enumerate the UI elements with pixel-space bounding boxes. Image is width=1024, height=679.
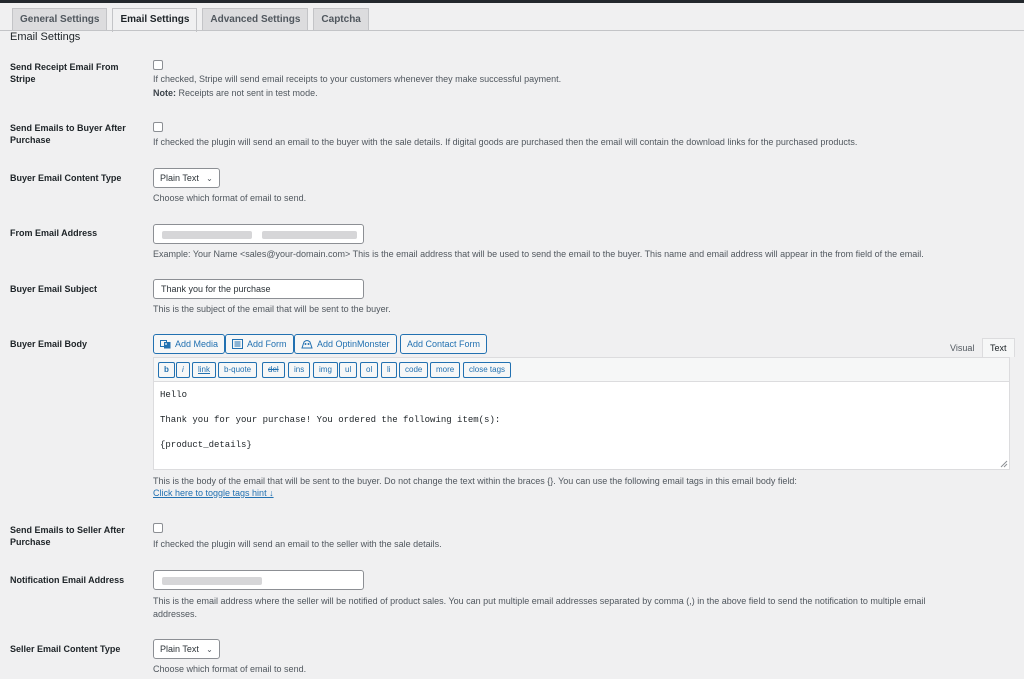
qt-more-button[interactable]: more	[430, 362, 461, 378]
tab-email-settings[interactable]: Email Settings	[112, 8, 198, 32]
tab-visual[interactable]: Visual	[942, 338, 982, 357]
settings-tabs: General Settings Email Settings Advanced…	[12, 8, 374, 32]
from-email-label: From Email Address	[10, 228, 98, 238]
buyer-subject-label: Buyer Email Subject	[10, 284, 98, 294]
page-title: Email Settings	[10, 31, 81, 43]
notification-email-description-cont: addresses.	[153, 609, 198, 619]
buyer-email-description: If checked the plugin will send an email…	[153, 137, 858, 147]
chevron-down-icon: ⌄	[206, 174, 213, 183]
qt-ol-button[interactable]: ol	[360, 362, 379, 378]
quicktags-toolbar: b i link b-quote del ins img ul ol li co…	[153, 357, 1010, 382]
seller-email-label: Send Emails to Seller After Purchase	[10, 525, 125, 547]
notification-email-input[interactable]	[153, 570, 364, 590]
redacted-name-blur	[162, 231, 252, 239]
qt-link-button[interactable]: link	[192, 362, 217, 378]
tab-captcha[interactable]: Captcha	[313, 8, 369, 31]
redacted-email-blur	[262, 231, 357, 239]
buyer-body-description: This is the body of the email that will …	[153, 476, 797, 486]
body-line	[160, 427, 1003, 440]
resize-handle-icon[interactable]	[1000, 460, 1008, 468]
seller-content-type-description: Choose which format of email to send.	[153, 664, 307, 674]
buyer-content-type-value: Plain Text	[160, 173, 199, 183]
buyer-email-checkbox[interactable]	[153, 122, 163, 132]
qt-italic-button[interactable]: i	[176, 362, 190, 378]
note-label: Note:	[153, 88, 176, 98]
seller-email-description: If checked the plugin will send an email…	[153, 539, 442, 549]
qt-ul-button[interactable]: ul	[339, 362, 358, 378]
tab-divider	[0, 30, 1024, 31]
qt-bquote-button[interactable]: b-quote	[218, 362, 258, 378]
qt-close-tags-button[interactable]: close tags	[463, 362, 512, 378]
form-icon	[232, 339, 243, 349]
tab-advanced-settings[interactable]: Advanced Settings	[202, 8, 309, 31]
add-optinmonster-button[interactable]: Add OptinMonster	[294, 334, 397, 354]
qt-img-button[interactable]: img	[313, 362, 338, 378]
receipt-checkbox[interactable]	[153, 60, 163, 70]
receipt-note: Note: Receipts are not sent in test mode…	[153, 87, 318, 99]
receipt-description: If checked, Stripe will send email recei…	[153, 74, 562, 84]
qt-bold-button[interactable]: b	[158, 362, 175, 378]
media-icon	[160, 340, 171, 349]
qt-li-button[interactable]: li	[381, 362, 397, 378]
qt-del-button[interactable]: del	[262, 362, 285, 378]
optinmonster-icon	[301, 340, 313, 349]
buyer-content-type-select[interactable]: Plain Text ⌄	[153, 168, 220, 188]
buyer-subject-description: This is the subject of the email that wi…	[153, 304, 391, 314]
qt-ins-button[interactable]: ins	[288, 362, 311, 378]
from-email-description: Example: Your Name <sales@your-domain.co…	[153, 249, 924, 259]
buyer-email-label: Send Emails to Buyer After Purchase	[10, 123, 126, 145]
seller-content-type-select[interactable]: Plain Text ⌄	[153, 639, 220, 659]
add-optinmonster-label: Add OptinMonster	[317, 339, 390, 349]
from-email-input[interactable]	[153, 224, 364, 244]
body-line: Hello	[160, 390, 188, 400]
receipt-label: Send Receipt Email From Stripe	[10, 62, 119, 84]
seller-content-type-value: Plain Text	[160, 644, 199, 654]
body-line: Thank you for your purchase! You ordered…	[160, 415, 501, 425]
tab-general-settings[interactable]: General Settings	[12, 8, 108, 31]
notification-email-description: This is the email address where the sell…	[153, 596, 926, 606]
chevron-down-icon: ⌄	[206, 645, 213, 654]
add-contact-form-button[interactable]: Add Contact Form	[400, 334, 488, 354]
toggle-tags-hint-link[interactable]: Click here to toggle tags hint ↓	[153, 488, 274, 498]
qt-code-button[interactable]: code	[399, 362, 429, 378]
buyer-content-type-label: Buyer Email Content Type	[10, 173, 122, 183]
redacted-email-blur	[162, 577, 262, 585]
add-form-button[interactable]: Add Form	[225, 334, 294, 354]
body-line: {product_details}	[160, 440, 252, 450]
add-media-label: Add Media	[175, 339, 219, 349]
seller-email-checkbox[interactable]	[153, 523, 163, 533]
note-text: Receipts are not sent in test mode.	[176, 88, 318, 98]
add-form-label: Add Form	[247, 339, 287, 349]
buyer-content-type-description: Choose which format of email to send.	[153, 193, 307, 203]
buyer-subject-input[interactable]: Thank you for the purchase	[153, 279, 364, 299]
body-line	[160, 402, 1003, 415]
buyer-body-textarea[interactable]: Hello Thank you for your purchase! You o…	[153, 382, 1010, 470]
admin-bar-edge	[0, 0, 1024, 3]
add-media-button[interactable]: Add Media	[153, 334, 226, 354]
seller-content-type-label: Seller Email Content Type	[10, 644, 121, 654]
buyer-body-label: Buyer Email Body	[10, 339, 88, 349]
tab-text[interactable]: Text	[982, 338, 1015, 357]
notification-email-label: Notification Email Address	[10, 575, 125, 585]
